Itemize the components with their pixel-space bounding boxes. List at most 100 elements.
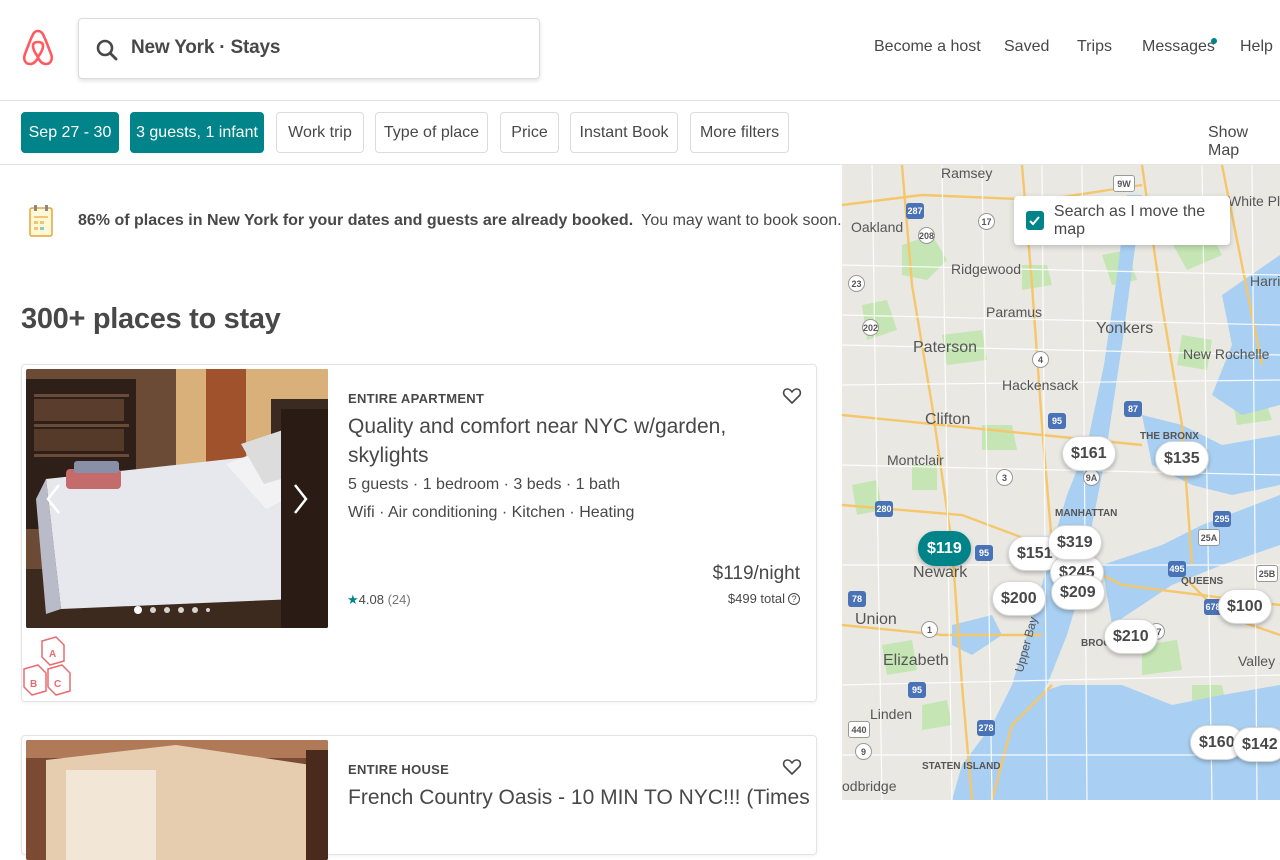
price-pin-selected[interactable]: $119 [918, 531, 971, 566]
booking-notice: 86% of places in New York for your dates… [78, 212, 842, 230]
route-shield: 9 [855, 743, 872, 760]
map-panel[interactable]: Ramsey Oakland Ridgewood White Plains Pa… [842, 165, 1280, 800]
calendar-notice-icon [29, 205, 53, 237]
checkbox-checked-icon[interactable] [1026, 211, 1044, 230]
next-photo-arrow-icon[interactable] [288, 481, 312, 517]
listing-type: ENTIRE APARTMENT [348, 391, 485, 406]
route-shield: 23 [848, 275, 865, 292]
search-bar[interactable]: New York · Stays [78, 18, 540, 79]
results-heading: 300+ places to stay [21, 303, 281, 335]
listing-rooms: 5 guests · 1 bedroom · 3 beds · 1 bath [348, 476, 621, 493]
price-pin[interactable]: $210 [1104, 619, 1158, 654]
price-pin[interactable]: $209 [1051, 575, 1105, 610]
listing-card[interactable]: ENTIRE HOUSE French Country Oasis - 10 M… [21, 735, 817, 860]
route-shield: 9W [1113, 175, 1135, 192]
search-as-move-toggle[interactable]: Search as I move the map [1014, 196, 1230, 245]
interstate-shield: 495 [1168, 561, 1186, 577]
nav-messages[interactable]: Messages [1142, 38, 1215, 56]
listing-photo[interactable] [26, 740, 328, 860]
photo-pagination [134, 606, 210, 614]
price-pin[interactable]: $161 [1062, 436, 1116, 471]
map-place-label: Harris [1250, 273, 1280, 289]
prev-photo-arrow-icon[interactable] [42, 481, 66, 517]
interstate-shield: 287 [906, 203, 924, 219]
nightly-price: $119/night [712, 563, 800, 584]
map-place-label: Yonkers [1096, 320, 1154, 337]
map-place-label: Elizabeth [883, 652, 949, 669]
interstate-shield: 95 [975, 545, 993, 561]
search-icon [96, 39, 118, 61]
instant-book-filter[interactable]: Instant Book [570, 112, 678, 153]
save-heart-icon[interactable] [782, 386, 802, 406]
price-filter[interactable]: Price [500, 112, 559, 153]
interstate-shield: 95 [908, 682, 926, 698]
route-shield: 17 [978, 213, 995, 230]
nav-saved[interactable]: Saved [1004, 38, 1049, 56]
show-map-toggle[interactable]: Show Map [1208, 124, 1280, 160]
map-place-label: Union [855, 611, 897, 628]
nav-trips[interactable]: Trips [1077, 38, 1112, 56]
notice-soft-text: You may want to book soon. [641, 212, 842, 229]
airbnb-logo-icon[interactable] [22, 28, 54, 68]
top-header: New York · Stays Become a host Saved Tri… [0, 0, 1280, 101]
map-place-label: Valley S [1238, 653, 1280, 669]
house-photo [26, 740, 328, 860]
review-count: (24) [387, 592, 411, 607]
svg-text:C: C [54, 679, 61, 690]
map-place-label: New Rochelle [1183, 346, 1270, 362]
listing-title[interactable]: Quality and comfort near NYC w/garden, s… [348, 412, 748, 470]
map-place-label: MANHATTAN [1055, 508, 1118, 519]
search-input-value[interactable]: New York · Stays [131, 37, 280, 59]
page-dot[interactable] [164, 607, 170, 613]
price-pin[interactable]: $142 [1233, 727, 1280, 762]
search-as-move-label: Search as I move the map [1053, 202, 1206, 238]
page-dot[interactable] [178, 607, 184, 613]
save-heart-icon[interactable] [782, 757, 802, 777]
listing-photo[interactable] [26, 369, 328, 628]
map-background [842, 165, 1280, 800]
map-place-label: Paramus [986, 304, 1043, 320]
page-dot[interactable] [206, 608, 210, 612]
map-place-label: Clifton [925, 411, 971, 428]
price-pin[interactable]: $319 [1048, 525, 1102, 560]
listing-rating: ★4.08 (24) [347, 592, 411, 608]
type-of-place-filter[interactable]: Type of place [375, 112, 488, 153]
nav-help[interactable]: Help [1240, 38, 1273, 56]
work-trip-filter[interactable]: Work trip [276, 112, 364, 153]
total-price: $499 total ? [728, 591, 800, 606]
map-place-label: Linden [870, 706, 913, 722]
dates-filter[interactable]: Sep 27 - 30 [21, 112, 119, 153]
page-dot[interactable] [192, 607, 198, 613]
route-shield: 25A [1198, 529, 1220, 546]
nav-become-host[interactable]: Become a host [874, 38, 981, 56]
listing-title[interactable]: French Country Oasis - 10 MIN TO NYC!!! … [348, 783, 810, 812]
svg-text:B: B [30, 679, 37, 690]
map-place-label: Oakland [851, 219, 904, 235]
family-friendly-blocks-icon: A B C [23, 636, 71, 696]
page-dot[interactable] [150, 607, 156, 613]
route-shield: 3 [996, 469, 1013, 486]
route-shield: 1 [921, 621, 938, 638]
star-icon: ★ [347, 592, 359, 607]
rating-value: 4.08 [358, 592, 384, 607]
route-shield: 202 [862, 319, 879, 336]
map-place-label: QUEENS [1181, 576, 1224, 587]
listing-card[interactable]: A B C ENTIRE APARTMENT Quality and comfo… [21, 364, 817, 702]
more-filters-button[interactable]: More filters [690, 112, 789, 153]
interstate-shield: 78 [848, 591, 866, 607]
guests-filter[interactable]: 3 guests, 1 infant [130, 112, 264, 153]
map-place-label: Ridgewood [951, 261, 1022, 277]
price-info-icon[interactable]: ? [788, 592, 800, 605]
price-pin[interactable]: $135 [1155, 441, 1209, 476]
route-shield: 4 [1032, 351, 1049, 368]
map-place-label: Hackensack [1002, 377, 1079, 393]
map-place-label: Newark [913, 564, 968, 581]
price-pin[interactable]: $100 [1218, 589, 1272, 624]
listing-amenities: Wifi · Air conditioning · Kitchen · Heat… [348, 504, 635, 521]
price-pin[interactable]: $200 [992, 581, 1046, 616]
page-dot[interactable] [134, 606, 142, 614]
unread-dot [1211, 38, 1217, 44]
route-shield: 440 [848, 721, 870, 738]
listing-type: ENTIRE HOUSE [348, 762, 450, 777]
bedroom-photo [26, 369, 328, 628]
